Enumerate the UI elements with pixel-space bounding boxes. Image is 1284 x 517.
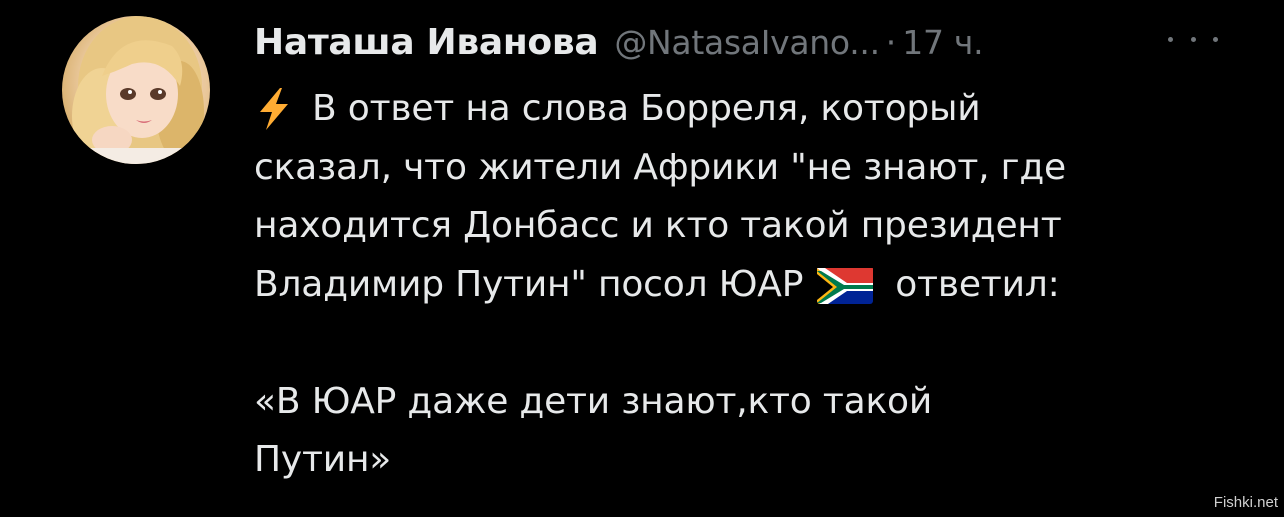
tweet-line: сказал, что жители Африки "не знают, где bbox=[254, 139, 1264, 198]
tweet-text: В ответ на слова Борреля, который сказал… bbox=[254, 80, 1264, 490]
tweet-header: Наташа Иванова @NatasaIvano... · 17 ч. bbox=[254, 14, 984, 70]
lightning-icon bbox=[254, 86, 294, 132]
ellipsis-icon-dot bbox=[1213, 36, 1218, 42]
tweet-line-text: Владимир Путин" посол ЮАР bbox=[254, 263, 804, 305]
separator-dot: · bbox=[885, 22, 897, 62]
author-name[interactable]: Наташа Иванова bbox=[254, 22, 599, 63]
tweet-line-text: сказал, что жители Африки "не знают, где bbox=[254, 146, 1066, 188]
south-africa-flag-icon bbox=[817, 266, 874, 304]
ellipsis-icon-dot bbox=[1168, 36, 1173, 42]
tweet-line-text: ответил: bbox=[895, 263, 1060, 305]
tweet-line-text: Путин» bbox=[254, 439, 392, 480]
tweet-line: «В ЮАР даже дети знают,кто такой bbox=[254, 373, 1264, 432]
tweet-line: находится Донбасс и кто такой президент bbox=[254, 197, 1264, 256]
avatar[interactable] bbox=[62, 16, 210, 164]
author-handle[interactable]: @NatasaIvano... bbox=[614, 23, 880, 62]
watermark: Fishki.net bbox=[1213, 494, 1278, 511]
ellipsis-icon-dot bbox=[1190, 36, 1196, 42]
more-options-button[interactable] bbox=[1168, 26, 1218, 52]
tweet-line: В ответ на слова Борреля, который bbox=[254, 80, 1264, 139]
timestamp[interactable]: 17 ч. bbox=[902, 23, 983, 62]
tweet[interactable]: Наташа Иванова @NatasaIvano... · 17 ч. В… bbox=[0, 0, 1284, 517]
tweet-line-text: В ответ на слова Борреля, который bbox=[312, 88, 981, 129]
tweet-line: Владимир Путин" посол ЮАР ответил: bbox=[254, 256, 1264, 315]
tweet-line-text: «В ЮАР даже дети знают,кто такой bbox=[254, 380, 933, 422]
tweet-line: Путин» bbox=[254, 431, 1264, 490]
tweet-line-text: находится Донбасс и кто такой президент bbox=[254, 205, 1062, 246]
